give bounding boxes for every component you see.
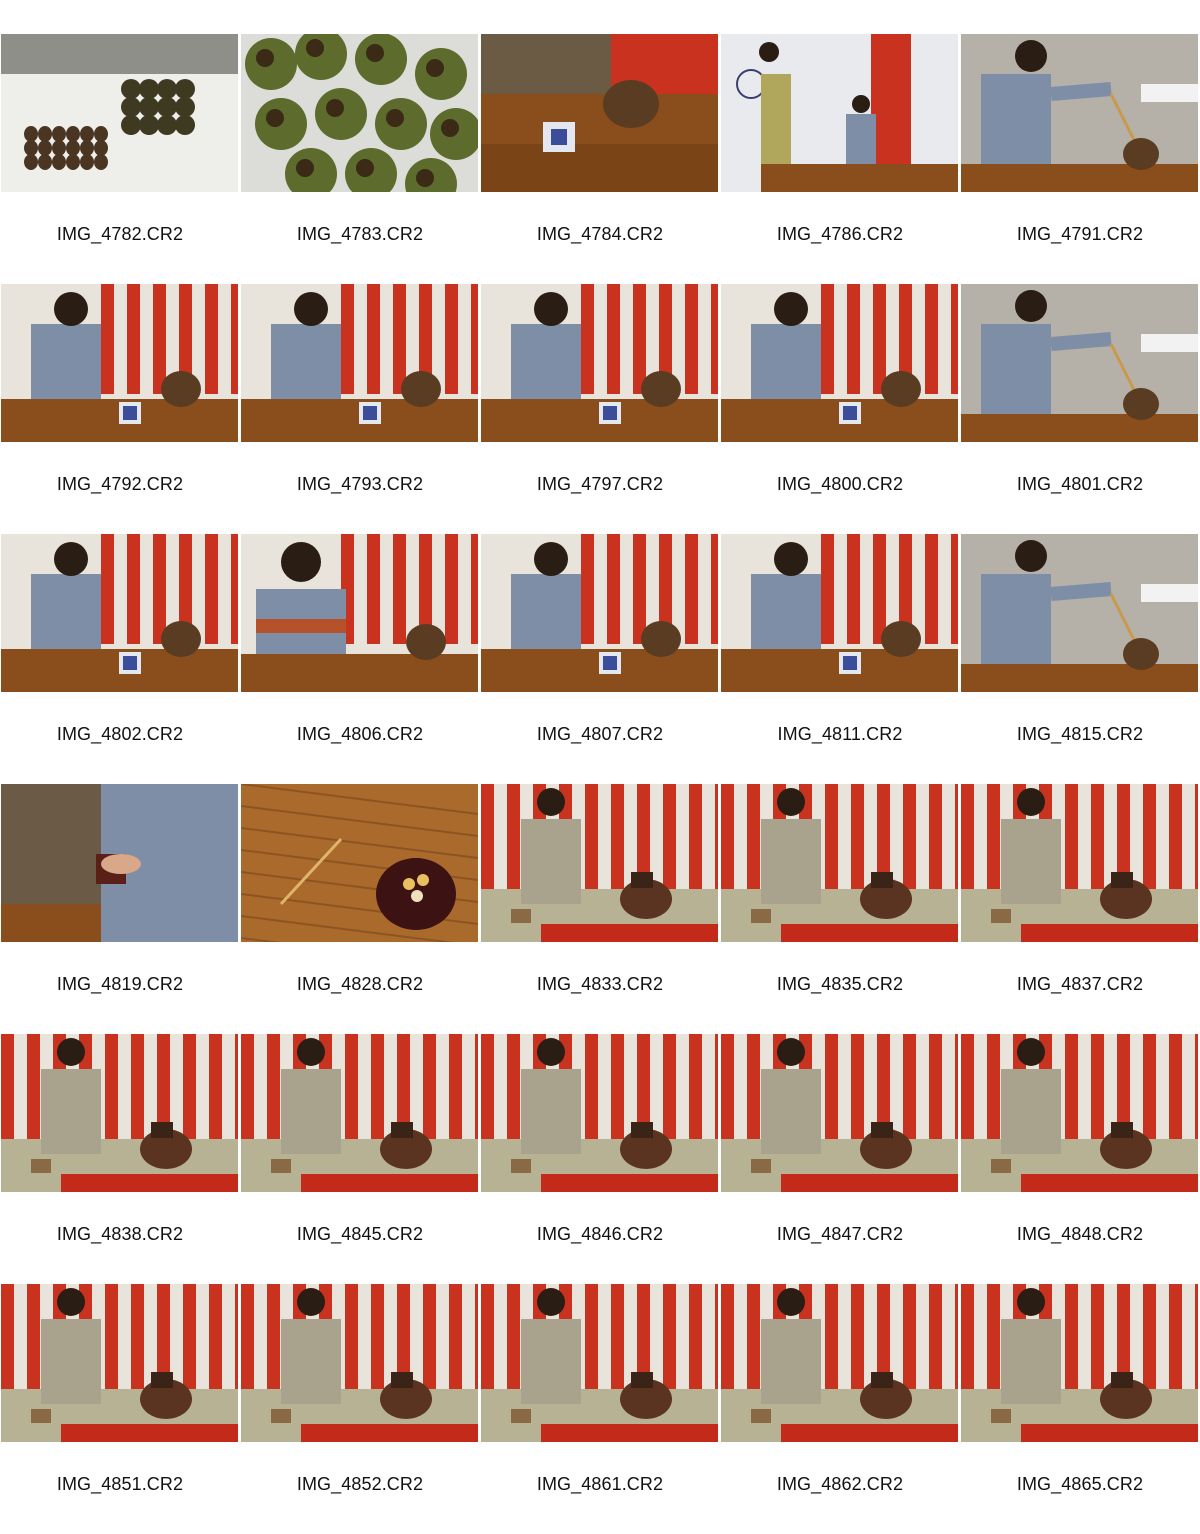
thumbnail-cell[interactable]: IMG_4792.CR2 [0,284,240,534]
photo-thumbnail[interactable] [241,1034,478,1192]
file-name-label: IMG_4835.CR2 [776,974,904,994]
photo-thumbnail[interactable] [1,1034,238,1192]
thumbnail-cell[interactable]: IMG_4851.CR2 [0,1284,240,1534]
thumbnail-cell[interactable]: IMG_4782.CR2 [0,34,240,284]
thumbnail-cell[interactable]: IMG_4800.CR2 [720,284,960,534]
thumbnail-cell[interactable]: IMG_4848.CR2 [960,1034,1200,1284]
thumbnail-row: IMG_4851.CR2 IMG_4852.CR2 IMG_4861.CR2 I… [0,1284,1200,1534]
thumbnail-cell[interactable]: IMG_4783.CR2 [240,34,480,284]
photo-thumbnail[interactable] [241,284,478,442]
photo-thumbnail[interactable] [961,784,1198,942]
thumbnail-cell[interactable]: IMG_4793.CR2 [240,284,480,534]
photo-thumbnail[interactable] [241,534,478,692]
thumbnail-row: IMG_4782.CR2 IMG_4783.CR2 IMG_4784.CR2 I… [0,34,1200,284]
thumbnail-cell[interactable]: IMG_4837.CR2 [960,784,1200,1034]
thumbnail-cell[interactable]: IMG_4847.CR2 [720,1034,960,1284]
file-name-label: IMG_4861.CR2 [536,1474,664,1494]
photo-thumbnail[interactable] [481,534,718,692]
file-name-label: IMG_4783.CR2 [296,224,424,244]
file-name-label: IMG_4801.CR2 [1016,474,1144,494]
contact-sheet: IMG_4782.CR2 IMG_4783.CR2 IMG_4784.CR2 I… [0,34,1200,1534]
file-name-label: IMG_4851.CR2 [56,1474,184,1494]
thumbnail-cell[interactable]: IMG_4806.CR2 [240,534,480,784]
file-name-label: IMG_4782.CR2 [56,224,184,244]
file-name-label: IMG_4819.CR2 [56,974,184,994]
thumbnail-cell[interactable]: IMG_4815.CR2 [960,534,1200,784]
file-name-label: IMG_4852.CR2 [296,1474,424,1494]
thumbnail-cell[interactable]: IMG_4846.CR2 [480,1034,720,1284]
file-name-label: IMG_4784.CR2 [536,224,664,244]
photo-thumbnail[interactable] [241,34,478,192]
photo-thumbnail[interactable] [481,784,718,942]
thumbnail-cell[interactable]: IMG_4802.CR2 [0,534,240,784]
file-name-label: IMG_4793.CR2 [296,474,424,494]
file-name-label: IMG_4807.CR2 [536,724,664,744]
thumbnail-cell[interactable]: IMG_4797.CR2 [480,284,720,534]
thumbnail-cell[interactable]: IMG_4862.CR2 [720,1284,960,1534]
file-name-label: IMG_4792.CR2 [56,474,184,494]
file-name-label: IMG_4837.CR2 [1016,974,1144,994]
photo-thumbnail[interactable] [481,1284,718,1442]
thumbnail-cell[interactable]: IMG_4838.CR2 [0,1034,240,1284]
file-name-label: IMG_4806.CR2 [296,724,424,744]
thumbnail-cell[interactable]: IMG_4784.CR2 [480,34,720,284]
thumbnail-cell[interactable]: IMG_4833.CR2 [480,784,720,1034]
photo-thumbnail[interactable] [481,1034,718,1192]
photo-thumbnail[interactable] [961,1284,1198,1442]
thumbnail-cell[interactable]: IMG_4801.CR2 [960,284,1200,534]
photo-thumbnail[interactable] [721,34,958,192]
file-name-label: IMG_4786.CR2 [776,224,904,244]
file-name-label: IMG_4800.CR2 [776,474,904,494]
thumbnail-cell[interactable]: IMG_4845.CR2 [240,1034,480,1284]
thumbnail-cell[interactable]: IMG_4786.CR2 [720,34,960,284]
file-name-label: IMG_4848.CR2 [1016,1224,1144,1244]
photo-thumbnail[interactable] [721,284,958,442]
photo-thumbnail[interactable] [721,784,958,942]
thumbnail-cell[interactable]: IMG_4835.CR2 [720,784,960,1034]
photo-thumbnail[interactable] [1,34,238,192]
file-name-label: IMG_4845.CR2 [296,1224,424,1244]
photo-thumbnail[interactable] [241,784,478,942]
photo-thumbnail[interactable] [1,284,238,442]
file-name-label: IMG_4865.CR2 [1016,1474,1144,1494]
file-name-label: IMG_4828.CR2 [296,974,424,994]
photo-thumbnail[interactable] [1,1284,238,1442]
file-name-label: IMG_4802.CR2 [56,724,184,744]
file-name-label: IMG_4846.CR2 [536,1224,664,1244]
photo-thumbnail[interactable] [1,784,238,942]
photo-thumbnail[interactable] [1,534,238,692]
file-name-label: IMG_4847.CR2 [776,1224,904,1244]
photo-thumbnail[interactable] [481,284,718,442]
photo-thumbnail[interactable] [961,1034,1198,1192]
photo-thumbnail[interactable] [721,534,958,692]
thumbnail-cell[interactable]: IMG_4828.CR2 [240,784,480,1034]
photo-thumbnail[interactable] [241,1284,478,1442]
file-name-label: IMG_4811.CR2 [777,724,903,744]
thumbnail-cell[interactable]: IMG_4811.CR2 [720,534,960,784]
file-name-label: IMG_4833.CR2 [536,974,664,994]
thumbnail-row: IMG_4802.CR2 IMG_4806.CR2 IMG_4807.CR2 I… [0,534,1200,784]
file-name-label: IMG_4838.CR2 [56,1224,184,1244]
thumbnail-cell[interactable]: IMG_4819.CR2 [0,784,240,1034]
photo-thumbnail[interactable] [961,534,1198,692]
file-name-label: IMG_4862.CR2 [776,1474,904,1494]
thumbnail-cell[interactable]: IMG_4865.CR2 [960,1284,1200,1534]
photo-thumbnail[interactable] [481,34,718,192]
thumbnail-row: IMG_4819.CR2 IMG_4828.CR2 IMG_4833.CR2 I… [0,784,1200,1034]
file-name-label: IMG_4791.CR2 [1016,224,1144,244]
thumbnail-row: IMG_4792.CR2 IMG_4793.CR2 IMG_4797.CR2 I… [0,284,1200,534]
thumbnail-cell[interactable]: IMG_4852.CR2 [240,1284,480,1534]
thumbnail-cell[interactable]: IMG_4861.CR2 [480,1284,720,1534]
thumbnail-cell[interactable]: IMG_4791.CR2 [960,34,1200,284]
file-name-label: IMG_4797.CR2 [536,474,664,494]
photo-thumbnail[interactable] [961,34,1198,192]
photo-thumbnail[interactable] [721,1284,958,1442]
thumbnail-cell[interactable]: IMG_4807.CR2 [480,534,720,784]
photo-thumbnail[interactable] [961,284,1198,442]
photo-thumbnail[interactable] [721,1034,958,1192]
file-name-label: IMG_4815.CR2 [1016,724,1144,744]
thumbnail-row: IMG_4838.CR2 IMG_4845.CR2 IMG_4846.CR2 I… [0,1034,1200,1284]
